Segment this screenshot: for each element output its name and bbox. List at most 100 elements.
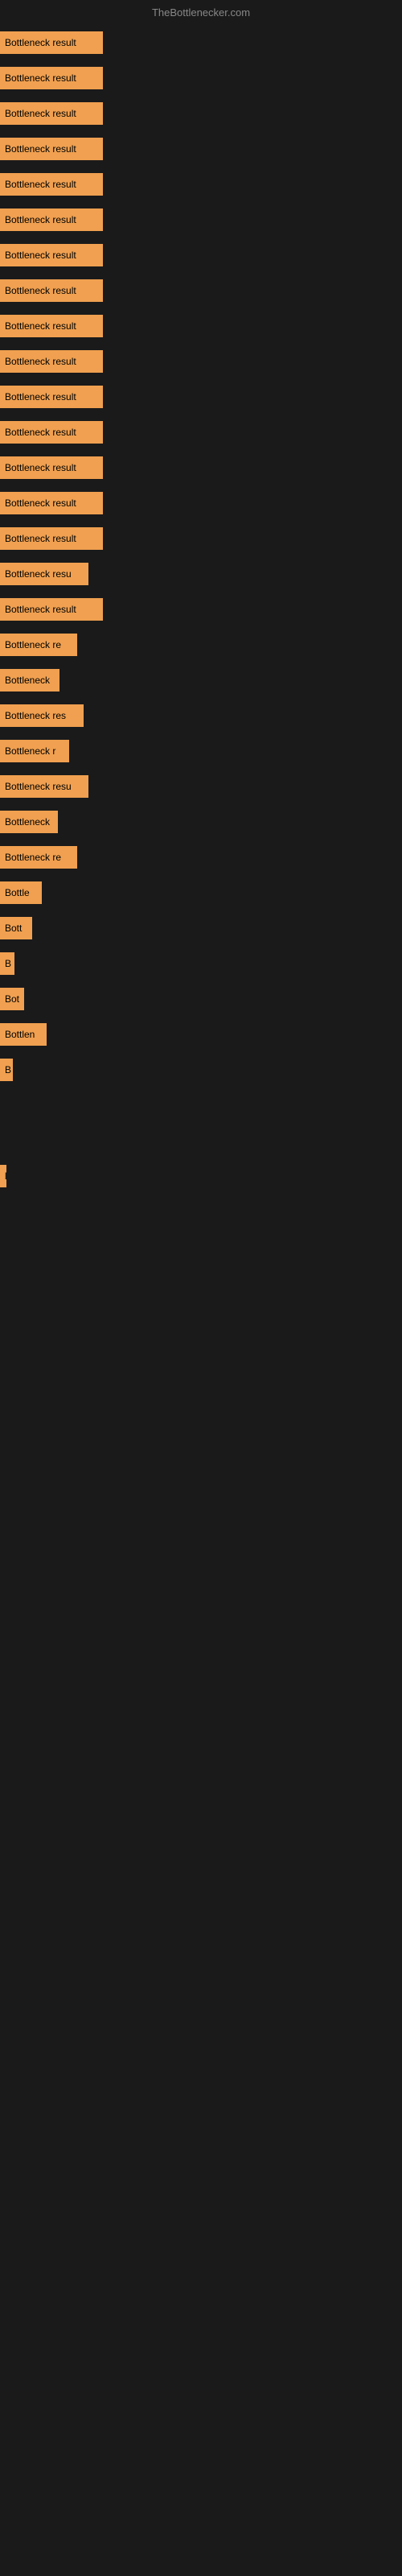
bars-container: Bottleneck result Bottleneck result Bottle…	[0, 22, 402, 1268]
bottleneck-bar[interactable]: Bottle	[0, 881, 42, 904]
bar-label: Bottleneck result	[5, 143, 76, 155]
bar-row	[0, 1232, 402, 1261]
bar-row: B	[0, 1055, 402, 1084]
bar-row: Bottleneck result	[0, 453, 402, 482]
bar-row: Bottleneck re	[0, 630, 402, 659]
bar-label: l	[5, 1170, 6, 1182]
bar-label: Bottleneck result	[5, 37, 76, 48]
bar-row: Bottleneck r	[0, 737, 402, 766]
bar-row: Bottleneck result	[0, 489, 402, 518]
bar-row: Bottleneck res	[0, 701, 402, 730]
bar-row: l	[0, 1162, 402, 1191]
bar-row: Bottleneck result	[0, 241, 402, 270]
bar-row: Bottlen	[0, 1020, 402, 1049]
header: TheBottlenecker.com	[0, 0, 402, 22]
bar-row: Bottleneck result	[0, 595, 402, 624]
bar-label: Bottleneck result	[5, 533, 76, 544]
bar-label: Bottle	[5, 887, 30, 898]
bar-row: B	[0, 949, 402, 978]
bar-label: Bottleneck result	[5, 604, 76, 615]
bar-label: Bottleneck re	[5, 639, 61, 650]
bar-label: Bottleneck result	[5, 179, 76, 190]
bottleneck-bar[interactable]: Bottleneck	[0, 811, 58, 833]
bottleneck-bar[interactable]: Bottleneck result	[0, 279, 103, 302]
bar-row: Bottleneck result	[0, 524, 402, 553]
bar-row: Bottleneck result	[0, 418, 402, 447]
bar-label: Bottleneck result	[5, 72, 76, 84]
bar-row: Bottle	[0, 878, 402, 907]
bottleneck-bar[interactable]: Bottleneck result	[0, 492, 103, 514]
bar-label: Bottleneck result	[5, 108, 76, 119]
bottleneck-bar[interactable]: B	[0, 1059, 13, 1081]
bar-label: Bottleneck	[5, 675, 50, 686]
bottleneck-bar[interactable]: Bottleneck result	[0, 598, 103, 621]
bar-label: Bottleneck result	[5, 427, 76, 438]
bottleneck-bar[interactable]: Bottleneck result	[0, 421, 103, 444]
bar-label: Bottleneck result	[5, 497, 76, 509]
site-title: TheBottlenecker.com	[152, 6, 250, 19]
bar-row	[0, 1126, 402, 1155]
bar-row: Bottleneck result	[0, 134, 402, 163]
bar-label: B	[5, 958, 11, 969]
bar-label: Bottleneck r	[5, 745, 55, 757]
bottleneck-bar[interactable]: Bottleneck resu	[0, 563, 88, 585]
bar-label: Bottleneck resu	[5, 781, 72, 792]
bottleneck-bar[interactable]: Bottleneck result	[0, 102, 103, 125]
bottleneck-bar[interactable]: Bottleneck result	[0, 315, 103, 337]
bottleneck-bar[interactable]: Bottleneck result	[0, 67, 103, 89]
bar-label: Bott	[5, 923, 22, 934]
bar-row: Bottleneck result	[0, 205, 402, 234]
bar-row: Bottleneck result	[0, 28, 402, 57]
bottleneck-bar[interactable]: Bottleneck result	[0, 31, 103, 54]
bar-label: Bottleneck result	[5, 214, 76, 225]
bar-row: Bottleneck result	[0, 312, 402, 341]
bar-row: Bottleneck result	[0, 347, 402, 376]
bottleneck-bar[interactable]: Bottleneck re	[0, 634, 77, 656]
bar-label: Bottleneck result	[5, 391, 76, 402]
bottleneck-bar[interactable]: Bottleneck	[0, 669, 59, 691]
bar-label: Bottleneck res	[5, 710, 66, 721]
bar-row: Bottleneck	[0, 666, 402, 695]
bar-row: Bott	[0, 914, 402, 943]
bar-label: Bottleneck	[5, 816, 50, 828]
bottleneck-bar[interactable]: Bottlen	[0, 1023, 47, 1046]
bottleneck-bar[interactable]: Bott	[0, 917, 32, 939]
bottleneck-bar[interactable]: Bottleneck result	[0, 386, 103, 408]
bottleneck-bar[interactable]: Bottleneck result	[0, 527, 103, 550]
bottleneck-bar[interactable]: Bottleneck result	[0, 173, 103, 196]
bar-label: Bottleneck result	[5, 462, 76, 473]
bottleneck-bar[interactable]: Bottleneck result	[0, 208, 103, 231]
bar-row: Bottleneck result	[0, 382, 402, 411]
bottleneck-bar[interactable]: B	[0, 952, 14, 975]
bar-row: Bot	[0, 985, 402, 1013]
bottleneck-bar[interactable]: Bottleneck result	[0, 456, 103, 479]
bar-label: Bottleneck re	[5, 852, 61, 863]
bottleneck-bar[interactable]: Bot	[0, 988, 24, 1010]
bar-row: Bottleneck	[0, 807, 402, 836]
bar-label: Bottleneck result	[5, 285, 76, 296]
bar-row: Bottleneck re	[0, 843, 402, 872]
bottleneck-bar[interactable]: Bottleneck resu	[0, 775, 88, 798]
bar-row: Bottleneck result	[0, 276, 402, 305]
bar-label: Bottleneck result	[5, 250, 76, 261]
bottleneck-bar[interactable]: Bottleneck r	[0, 740, 69, 762]
bar-row: Bottleneck resu	[0, 772, 402, 801]
bar-label: Bottleneck result	[5, 356, 76, 367]
bar-row: Bottleneck resu	[0, 559, 402, 588]
bar-row: Bottleneck result	[0, 170, 402, 199]
bar-label: Bottleneck result	[5, 320, 76, 332]
bar-label: Bottleneck resu	[5, 568, 72, 580]
bar-label: Bottlen	[5, 1029, 35, 1040]
bar-label: B	[5, 1064, 11, 1075]
bar-row	[0, 1197, 402, 1226]
bar-row: Bottleneck result	[0, 64, 402, 93]
bar-row: Bottleneck result	[0, 99, 402, 128]
bar-row	[0, 1091, 402, 1120]
bottleneck-bar[interactable]: Bottleneck res	[0, 704, 84, 727]
bottleneck-bar[interactable]: Bottleneck re	[0, 846, 77, 869]
bottleneck-bar[interactable]: Bottleneck result	[0, 138, 103, 160]
bar-label: Bot	[5, 993, 19, 1005]
bottleneck-bar[interactable]: Bottleneck result	[0, 350, 103, 373]
bottleneck-bar[interactable]: l	[0, 1165, 6, 1187]
bottleneck-bar[interactable]: Bottleneck result	[0, 244, 103, 266]
